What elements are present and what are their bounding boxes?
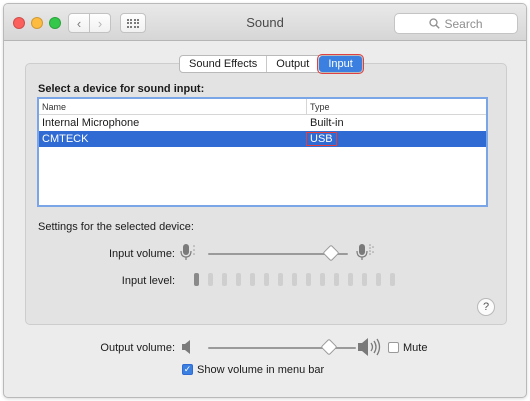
title-bar: ‹ › Sound Search: [4, 4, 526, 41]
device-name: CMTECK: [42, 133, 89, 145]
settings-heading: Settings for the selected device:: [38, 221, 194, 233]
show-volume-checkbox[interactable]: ✓: [182, 364, 193, 375]
column-header-type[interactable]: Type: [307, 99, 486, 114]
mute-label[interactable]: Mute: [403, 342, 427, 354]
level-bar: [250, 273, 255, 286]
input-device-table[interactable]: Name Type Internal Microphone Built-in C…: [37, 97, 488, 207]
tab-bar: Sound Effects Output Input: [179, 54, 364, 74]
help-button[interactable]: ?: [477, 298, 495, 316]
output-volume-label: Output volume:: [100, 342, 175, 354]
level-bar: [320, 273, 325, 286]
microphone-low-icon: [180, 244, 195, 260]
level-bar: [222, 273, 227, 286]
level-bar: [376, 273, 381, 286]
level-bar: [334, 273, 339, 286]
speaker-low-icon: [182, 340, 190, 354]
level-bar: [390, 273, 395, 286]
tab-input[interactable]: Input: [317, 54, 364, 74]
checkmark-icon: ✓: [183, 364, 192, 374]
level-bar: [264, 273, 269, 286]
device-name: Internal Microphone: [42, 117, 140, 129]
table-row[interactable]: Internal Microphone Built-in: [39, 115, 486, 131]
input-level-label: Input level:: [121, 275, 175, 287]
device-select-heading: Select a device for sound input:: [38, 83, 205, 95]
device-type-value: USB: [306, 132, 337, 146]
level-bar: [306, 273, 311, 286]
level-bar: [208, 273, 213, 286]
device-type: Built-in: [310, 117, 344, 129]
table-header: Name Type: [39, 99, 486, 115]
microphone-high-icon: [356, 244, 374, 260]
input-level-meter: [194, 273, 395, 286]
level-bar: [348, 273, 353, 286]
level-bar: [236, 273, 241, 286]
show-volume-label[interactable]: Show volume in menu bar: [197, 364, 324, 376]
mute-checkbox[interactable]: [388, 342, 399, 353]
level-bar: [292, 273, 297, 286]
table-row[interactable]: CMTECK USB: [39, 131, 486, 147]
level-bar: [194, 273, 199, 286]
speaker-high-icon: [358, 338, 381, 356]
tab-output[interactable]: Output: [267, 56, 320, 72]
column-header-name[interactable]: Name: [39, 99, 307, 114]
tab-sound-effects[interactable]: Sound Effects: [180, 56, 268, 72]
level-bar: [278, 273, 283, 286]
input-volume-label: Input volume:: [108, 248, 175, 260]
level-bar: [362, 273, 367, 286]
search-field[interactable]: Search: [394, 13, 518, 34]
device-type: USB: [306, 131, 486, 147]
search-placeholder: Search: [444, 16, 483, 31]
search-icon: [429, 18, 441, 29]
